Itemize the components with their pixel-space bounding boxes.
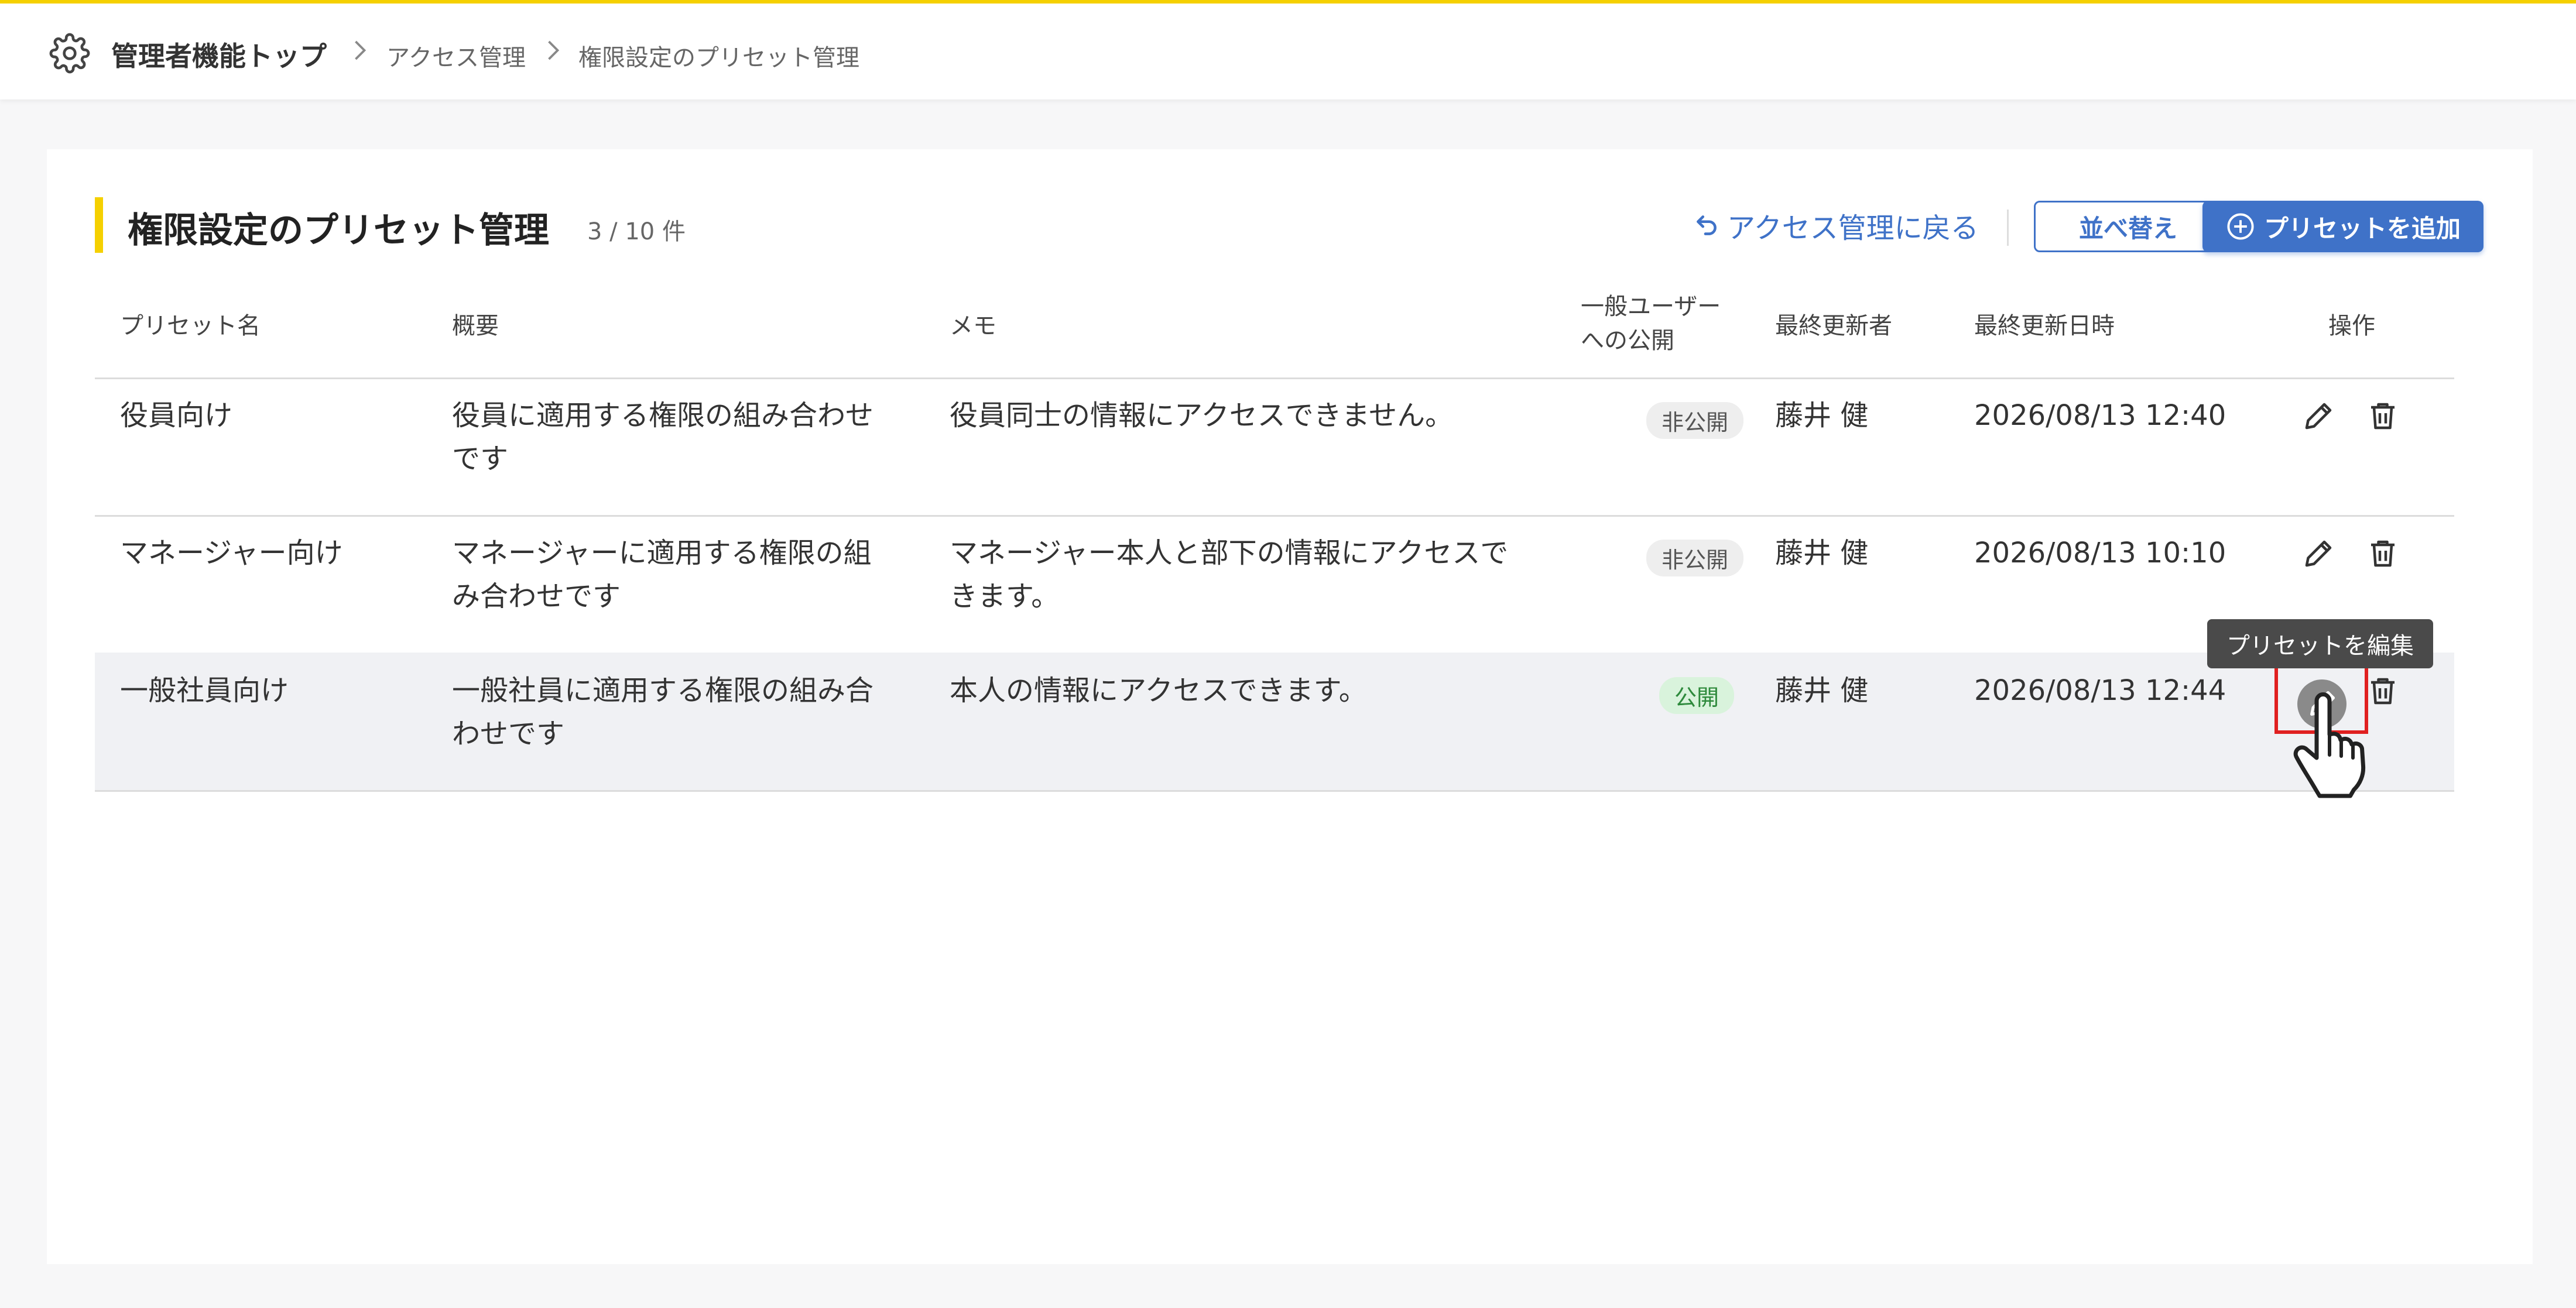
hand-pointer-icon bbox=[2293, 692, 2366, 798]
trash-icon bbox=[2371, 403, 2395, 430]
header-preset-name: プリセット名 bbox=[120, 313, 261, 339]
plus-circle-icon bbox=[2227, 213, 2254, 240]
cell-preset-name: 役員向け bbox=[120, 399, 233, 432]
cell-updater: 藤井 健 bbox=[1775, 674, 1869, 707]
back-to-access-management-link[interactable]: アクセス管理に戻る bbox=[1692, 205, 1979, 246]
cell-summary-line1: 一般社員に適用する権限の組み合 bbox=[452, 674, 874, 707]
table-row[interactable]: マネージャー向け マネージャーに適用する権限の組 み合わせです マネージャー本人… bbox=[95, 515, 2454, 654]
sort-button[interactable]: 並べ替え bbox=[2034, 201, 2222, 252]
header-last-updated: 最終更新日時 bbox=[1974, 313, 2115, 339]
header-actions: 操作 bbox=[2328, 313, 2375, 339]
toolbar-divider bbox=[2007, 210, 2009, 246]
table-row[interactable]: 一般社員向け 一般社員に適用する権限の組み合 わせです 本人の情報にアクセスでき… bbox=[95, 653, 2454, 792]
edit-tooltip: プリセットを編集 bbox=[2207, 619, 2433, 668]
top-bar: 管理者機能トップ アクセス管理 権限設定のプリセット管理 bbox=[0, 0, 2576, 99]
content-card: 権限設定のプリセット管理 3 / 10 件 アクセス管理に戻る 並べ替え プリセ… bbox=[47, 149, 2533, 1264]
back-link-label: アクセス管理に戻る bbox=[1727, 212, 1979, 245]
title-accent-bar bbox=[95, 197, 103, 253]
delete-button[interactable] bbox=[2365, 399, 2400, 434]
cell-memo-line2: きます。 bbox=[950, 580, 1060, 613]
breadcrumb-access-management[interactable]: アクセス管理 bbox=[386, 39, 526, 73]
header-summary: 概要 bbox=[452, 313, 499, 339]
add-preset-button[interactable]: プリセットを追加 bbox=[2202, 201, 2483, 252]
header-last-updater: 最終更新者 bbox=[1775, 313, 1892, 339]
item-count: 3 / 10 件 bbox=[587, 218, 686, 245]
undo-icon bbox=[1697, 215, 1717, 235]
page-title: 権限設定のプリセット管理 bbox=[128, 210, 549, 251]
chevron-right-icon bbox=[355, 40, 366, 60]
gear-icon[interactable] bbox=[49, 33, 90, 74]
pencil-icon bbox=[2305, 540, 2332, 567]
cell-preset-name: マネージャー向け bbox=[120, 537, 343, 569]
cell-summary-line2: です bbox=[452, 442, 509, 475]
cell-updated-at: 2026/08/13 12:40 bbox=[1974, 399, 2226, 432]
header-public-line2: への公開 bbox=[1581, 327, 1674, 354]
cell-summary-line2: み合わせです bbox=[452, 580, 621, 613]
breadcrumb-home[interactable]: 管理者機能トップ bbox=[111, 35, 327, 74]
table-header: プリセット名 概要 メモ 一般ユーザー への公開 最終更新者 最終更新日時 操作 bbox=[95, 290, 2454, 379]
cell-updater: 藤井 健 bbox=[1775, 537, 1869, 569]
status-badge-private: 非公開 bbox=[1646, 540, 1744, 576]
table-row[interactable]: 役員向け 役員に適用する権限の組み合わせ です 役員同士の情報にアクセスできませ… bbox=[95, 377, 2454, 517]
cell-memo-line1: 本人の情報にアクセスできます。 bbox=[950, 674, 1367, 707]
breadcrumb-current: 権限設定のプリセット管理 bbox=[578, 44, 859, 71]
trash-icon bbox=[2371, 540, 2395, 567]
cell-summary-line2: わせです bbox=[452, 717, 565, 750]
cell-updated-at: 2026/08/13 10:10 bbox=[1974, 537, 2226, 569]
edit-button[interactable] bbox=[2301, 536, 2336, 571]
header-memo: メモ bbox=[950, 313, 996, 339]
cell-summary-line1: マネージャーに適用する権限の組 bbox=[452, 537, 872, 569]
cell-summary-line1: 役員に適用する権限の組み合わせ bbox=[452, 399, 874, 432]
edit-button[interactable] bbox=[2301, 399, 2336, 434]
cell-updated-at: 2026/08/13 12:44 bbox=[1974, 674, 2226, 707]
cell-memo-line1: マネージャー本人と部下の情報にアクセスで bbox=[950, 537, 1509, 569]
add-preset-label: プリセットを追加 bbox=[2263, 214, 2461, 243]
cell-preset-name: 一般社員向け bbox=[120, 674, 289, 707]
status-badge-public: 公開 bbox=[1659, 677, 1735, 714]
status-badge-private: 非公開 bbox=[1646, 402, 1744, 439]
pencil-icon bbox=[2305, 403, 2332, 430]
cell-updater: 藤井 健 bbox=[1775, 399, 1869, 432]
cell-memo-line1: 役員同士の情報にアクセスできません。 bbox=[950, 399, 1454, 432]
delete-button[interactable] bbox=[2365, 536, 2400, 571]
header-public-line1: 一般ユーザー bbox=[1581, 293, 1721, 320]
chevron-right-icon bbox=[548, 40, 560, 60]
